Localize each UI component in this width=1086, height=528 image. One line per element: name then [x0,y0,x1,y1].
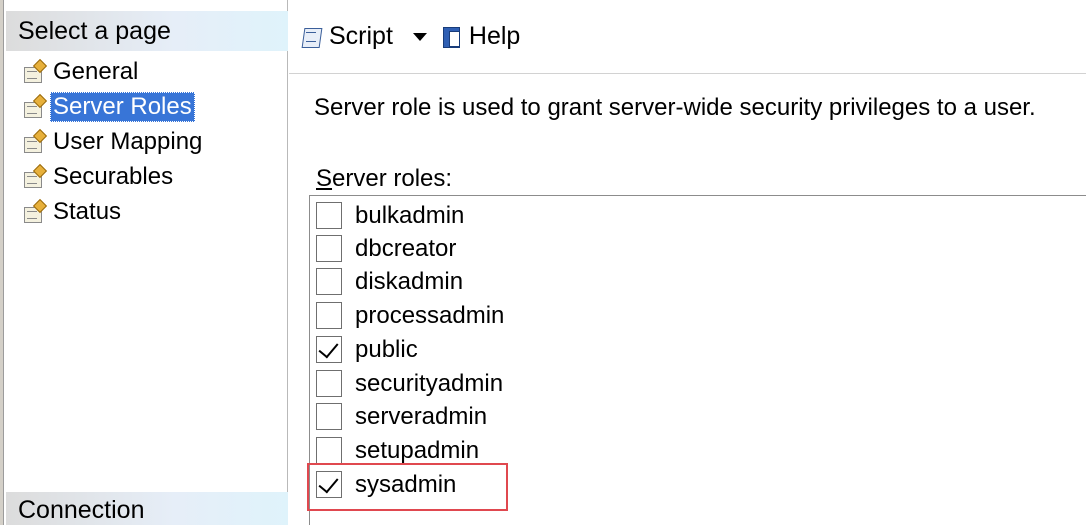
page-icon [22,163,48,188]
server-roles-label: Server roles: [316,165,452,193]
role-name: sysadmin [355,470,457,498]
script-dropdown-arrow-icon[interactable] [412,32,427,41]
nav-item-label: Server Roles [50,91,195,122]
script-label: Script [329,22,393,50]
script-icon [301,25,325,49]
connection-header: Connection [6,492,288,525]
toolbar: Script Help [289,0,1086,74]
role-name: securityadmin [355,369,504,397]
select-page-panel: Select a page General Server Roles User … [0,0,288,525]
role-row-serveradmin[interactable]: serveradmin [316,400,487,433]
role-checkbox[interactable] [316,235,342,262]
nav-item-user-mapping[interactable]: User Mapping [22,124,205,159]
role-checkbox[interactable] [316,302,342,329]
page-description: Server role is used to grant server-wide… [314,94,1036,121]
role-checkbox[interactable] [316,202,342,229]
server-roles-list: bulkadmin dbcreator diskadmin processadm… [309,195,1086,525]
role-row-sysadmin[interactable]: sysadmin [316,468,456,501]
role-checkbox[interactable] [316,437,342,464]
nav-item-securables[interactable]: Securables [22,159,205,194]
role-checkbox[interactable] [316,471,342,498]
nav-item-label: General [53,57,139,85]
role-name: processadmin [355,301,505,329]
help-label: Help [468,22,521,50]
select-page-header: Select a page [6,11,288,51]
page-icon [22,128,48,153]
page-icon [22,198,48,223]
nav-item-general[interactable]: General [22,54,205,89]
role-checkbox[interactable] [316,268,342,295]
script-button[interactable]: Script [301,22,393,51]
role-row-bulkadmin[interactable]: bulkadmin [316,199,464,232]
page-icon [22,93,48,118]
nav-item-label: User Mapping [53,127,203,155]
access-key-char: S [316,165,333,192]
nav-item-label: Status [53,197,122,225]
role-name: public [355,335,418,363]
nav-item-server-roles[interactable]: Server Roles [22,89,205,124]
page-nav-list: General Server Roles User Mapping Secura… [22,54,205,229]
role-row-processadmin[interactable]: processadmin [316,299,504,332]
nav-item-status[interactable]: Status [22,194,205,229]
role-name: diskadmin [355,267,464,295]
role-row-diskadmin[interactable]: diskadmin [316,265,463,298]
role-checkbox[interactable] [316,403,342,430]
help-button[interactable]: Help [441,22,520,51]
role-row-securityadmin[interactable]: securityadmin [316,367,503,400]
role-row-public[interactable]: public [316,333,418,366]
page-icon [22,58,48,83]
role-row-setupadmin[interactable]: setupadmin [316,434,479,467]
label-rest: erver roles: [332,165,453,192]
role-name: serveradmin [355,402,488,430]
nav-item-label: Securables [53,162,174,190]
role-checkbox[interactable] [316,370,342,397]
role-checkbox[interactable] [316,336,342,363]
help-icon [441,25,463,49]
window-edge [0,0,4,525]
role-name: bulkadmin [355,201,465,229]
role-name: dbcreator [355,234,457,262]
role-name: setupadmin [355,436,480,464]
role-row-dbcreator[interactable]: dbcreator [316,232,456,265]
